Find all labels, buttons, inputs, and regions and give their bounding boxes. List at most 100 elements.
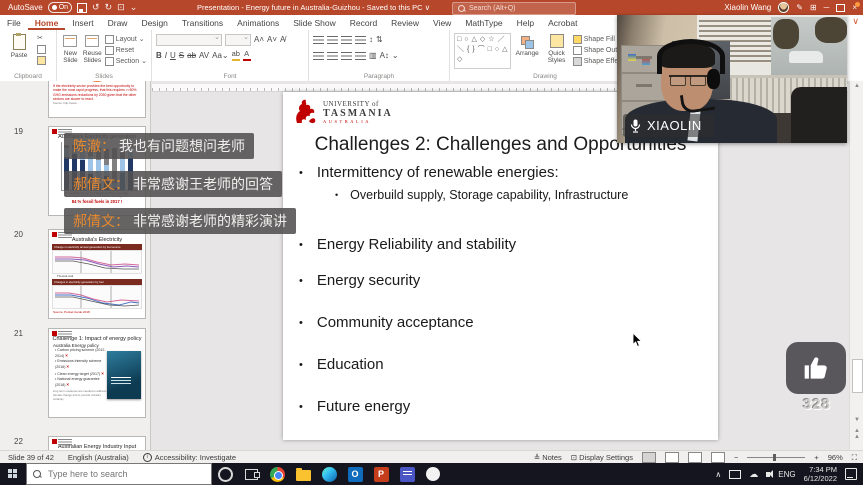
reuse-slides-button[interactable]: Reuse Slides xyxy=(83,33,102,70)
outlook-taskbar-button[interactable]: O xyxy=(342,463,368,485)
italic-button[interactable]: I xyxy=(165,51,167,61)
grow-font-icon[interactable]: A˄ xyxy=(254,35,264,45)
onedrive-icon[interactable]: ☁ xyxy=(749,469,758,480)
text-shadow-button[interactable]: ab xyxy=(187,51,196,61)
decrease-indent-button[interactable] xyxy=(341,36,352,44)
align-right-button[interactable] xyxy=(341,52,352,60)
tray-expand-icon[interactable]: ∧ xyxy=(715,470,721,479)
tab-mathtype[interactable]: MathType xyxy=(458,15,509,30)
accessibility-status[interactable]: i Accessibility: Investigate xyxy=(143,453,236,462)
strikethrough-button[interactable]: S xyxy=(179,51,184,61)
slide-sorter-view-button[interactable] xyxy=(665,452,679,463)
tab-insert[interactable]: Insert xyxy=(65,15,100,30)
edge-taskbar-button[interactable] xyxy=(316,463,342,485)
bullets-button[interactable] xyxy=(313,36,324,44)
zoom-level[interactable]: 96% xyxy=(828,453,843,462)
scroll-up-icon[interactable]: ▲ xyxy=(850,83,863,89)
save-icon[interactable] xyxy=(77,3,87,13)
underline-button[interactable]: U xyxy=(170,51,176,61)
redo-icon[interactable]: ↻ xyxy=(105,3,113,12)
font-color-button[interactable]: A xyxy=(243,50,251,61)
input-language[interactable]: ENG xyxy=(778,470,795,479)
sub-bullet-item[interactable]: •Overbuild supply, Storage capability, I… xyxy=(335,188,628,203)
format-painter-icon[interactable] xyxy=(37,56,46,65)
reset-button[interactable]: Reset xyxy=(105,46,147,55)
font-size-select[interactable] xyxy=(225,34,251,46)
slide-counter[interactable]: Slide 39 of 42 xyxy=(8,453,54,462)
tab-slide-show[interactable]: Slide Show xyxy=(286,15,343,30)
quick-styles-button[interactable]: Quick Styles xyxy=(543,33,569,70)
tab-record[interactable]: Record xyxy=(343,15,384,30)
bullet-item[interactable]: •Education xyxy=(299,356,384,374)
fit-slide-button[interactable]: ⛶ xyxy=(852,453,857,463)
tab-review[interactable]: Review xyxy=(384,15,426,30)
tab-file[interactable]: File xyxy=(0,15,28,30)
autosave-toggle[interactable]: On xyxy=(48,2,72,13)
avatar[interactable] xyxy=(778,2,789,13)
thumbs-up-icon[interactable] xyxy=(786,342,846,394)
file-explorer-button[interactable] xyxy=(290,463,316,485)
tab-design[interactable]: Design xyxy=(134,15,174,30)
thumbnail-slide-18[interactable]: If the electricity sector provides the b… xyxy=(48,81,146,118)
account-name[interactable]: Xiaolin Wang xyxy=(724,3,771,12)
start-button[interactable] xyxy=(0,463,26,485)
line-spacing-button[interactable]: ↕ xyxy=(369,35,373,45)
zoom-slider-knob[interactable] xyxy=(773,454,776,461)
bullet-item[interactable]: •Energy security xyxy=(299,272,420,290)
volume-icon[interactable] xyxy=(766,472,770,477)
document-title[interactable]: Presentation - Energy future in Australi… xyxy=(197,0,430,15)
zoom-slider[interactable] xyxy=(747,457,805,458)
ribbon-search-box[interactable]: Search (Alt+Q) xyxy=(452,2,576,15)
highlight-color-button[interactable]: ab xyxy=(232,50,240,61)
tab-animations[interactable]: Animations xyxy=(230,15,286,30)
scroll-down-icon[interactable]: ▼ xyxy=(850,417,863,423)
align-left-button[interactable] xyxy=(313,52,324,60)
thumbnail-slide-20[interactable]: Australia's Electricity Change in electr… xyxy=(48,229,146,319)
tab-home[interactable]: Home xyxy=(28,15,66,30)
language-status[interactable]: English (Australia) xyxy=(68,453,129,462)
align-center-button[interactable] xyxy=(327,52,338,60)
thumbnail-slide-22[interactable]: Australian Energy Industry Input xyxy=(48,436,146,450)
font-name-select[interactable] xyxy=(156,34,222,46)
char-spacing-icon[interactable]: AV xyxy=(199,51,209,61)
shapes-gallery[interactable]: □○△◇☆／＼ {}⌒□○△◇ xyxy=(454,33,511,69)
slideshow-view-button[interactable] xyxy=(711,452,725,463)
numbering-button[interactable] xyxy=(327,36,338,44)
text-direction-button[interactable]: A↕ xyxy=(380,51,389,61)
tab-view[interactable]: View xyxy=(426,15,458,30)
new-slide-button[interactable]: New Slide xyxy=(61,33,80,70)
thumbnail-slide-21[interactable]: Challenge 1: Impact of energy policy Aus… xyxy=(48,328,146,418)
display-settings-button[interactable]: ⊡ Display Settings xyxy=(571,453,633,462)
bullet-item[interactable]: •Energy Reliability and stability xyxy=(299,236,516,254)
webcam-video-overlay[interactable]: XIAOLIN xyxy=(617,15,847,143)
customize-qat-icon[interactable]: ⌄ xyxy=(130,3,138,12)
bullet-item[interactable]: •Community acceptance xyxy=(299,314,474,332)
shrink-font-icon[interactable]: A˅ xyxy=(267,35,277,45)
bullet-item[interactable]: •Intermittency of renewable energies: xyxy=(299,164,559,182)
section-button[interactable]: Section ⌄ xyxy=(105,57,147,66)
present-icon[interactable]: ⊡ xyxy=(117,3,125,12)
normal-view-button[interactable] xyxy=(642,452,656,463)
justify-button[interactable] xyxy=(355,52,366,60)
notes-button[interactable]: ≜ Notes xyxy=(534,453,562,462)
undo-icon[interactable]: ↺ xyxy=(92,3,100,12)
layout-button[interactable]: Layout ⌄ xyxy=(105,35,147,44)
meeting-app-taskbar-button[interactable] xyxy=(420,463,446,485)
tab-help[interactable]: Help xyxy=(510,15,541,30)
network-icon[interactable] xyxy=(729,470,741,479)
change-case-icon[interactable]: Aa⌄ xyxy=(212,51,229,61)
slide-area-scrollbar[interactable]: ▲ ▼ ▲▲ ▼ xyxy=(849,81,863,450)
clock[interactable]: 7:34 PM 6/12/2022 xyxy=(804,465,837,484)
scrollbar-thumb[interactable] xyxy=(852,359,863,393)
cortana-button[interactable] xyxy=(212,463,238,485)
taskbar-search[interactable] xyxy=(26,463,212,485)
blue-app-taskbar-button[interactable] xyxy=(394,463,420,485)
sort-icon[interactable]: ⇅ xyxy=(376,35,383,45)
minimize-button[interactable]: ─ xyxy=(824,4,830,12)
copy-icon[interactable] xyxy=(37,45,46,54)
tab-transitions[interactable]: Transitions xyxy=(175,15,230,30)
paste-button[interactable]: Paste xyxy=(4,33,34,70)
tab-acrobat[interactable]: Acrobat xyxy=(541,15,584,30)
chrome-taskbar-button[interactable] xyxy=(264,463,290,485)
bullet-item[interactable]: •Future energy xyxy=(299,398,410,416)
